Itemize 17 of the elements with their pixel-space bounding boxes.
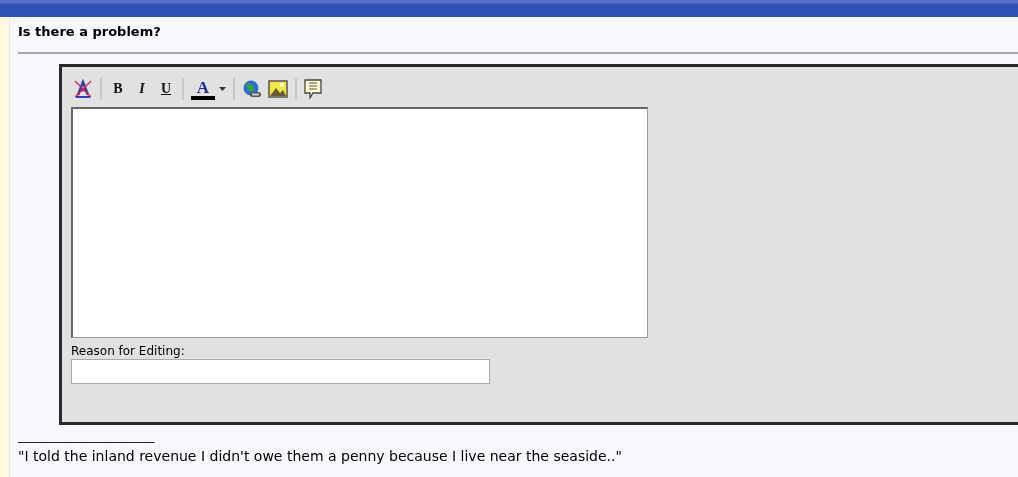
remove-format-button[interactable]: [71, 77, 95, 101]
italic-button[interactable]: I: [131, 77, 153, 101]
quote-button[interactable]: [302, 77, 324, 101]
section-title: Is there a problem?: [18, 23, 162, 41]
underline-button[interactable]: U: [155, 77, 177, 101]
signature-rule: _____________________: [18, 428, 156, 444]
reason-label: Reason for Editing:: [71, 344, 186, 359]
image-icon: [268, 80, 288, 98]
bold-button[interactable]: B: [107, 77, 129, 101]
reason-input[interactable]: [71, 359, 490, 384]
text-color-button[interactable]: A: [189, 77, 228, 101]
crossed-letter-icon: [73, 79, 93, 99]
caret-icon: [219, 87, 226, 91]
image-button[interactable]: [266, 77, 290, 101]
speech-bubble-icon: [304, 79, 322, 99]
signature-text: "I told the inland revenue I didn't owe them a penny because I live near the seaside..": [18, 447, 623, 465]
globe-icon: [242, 79, 262, 99]
